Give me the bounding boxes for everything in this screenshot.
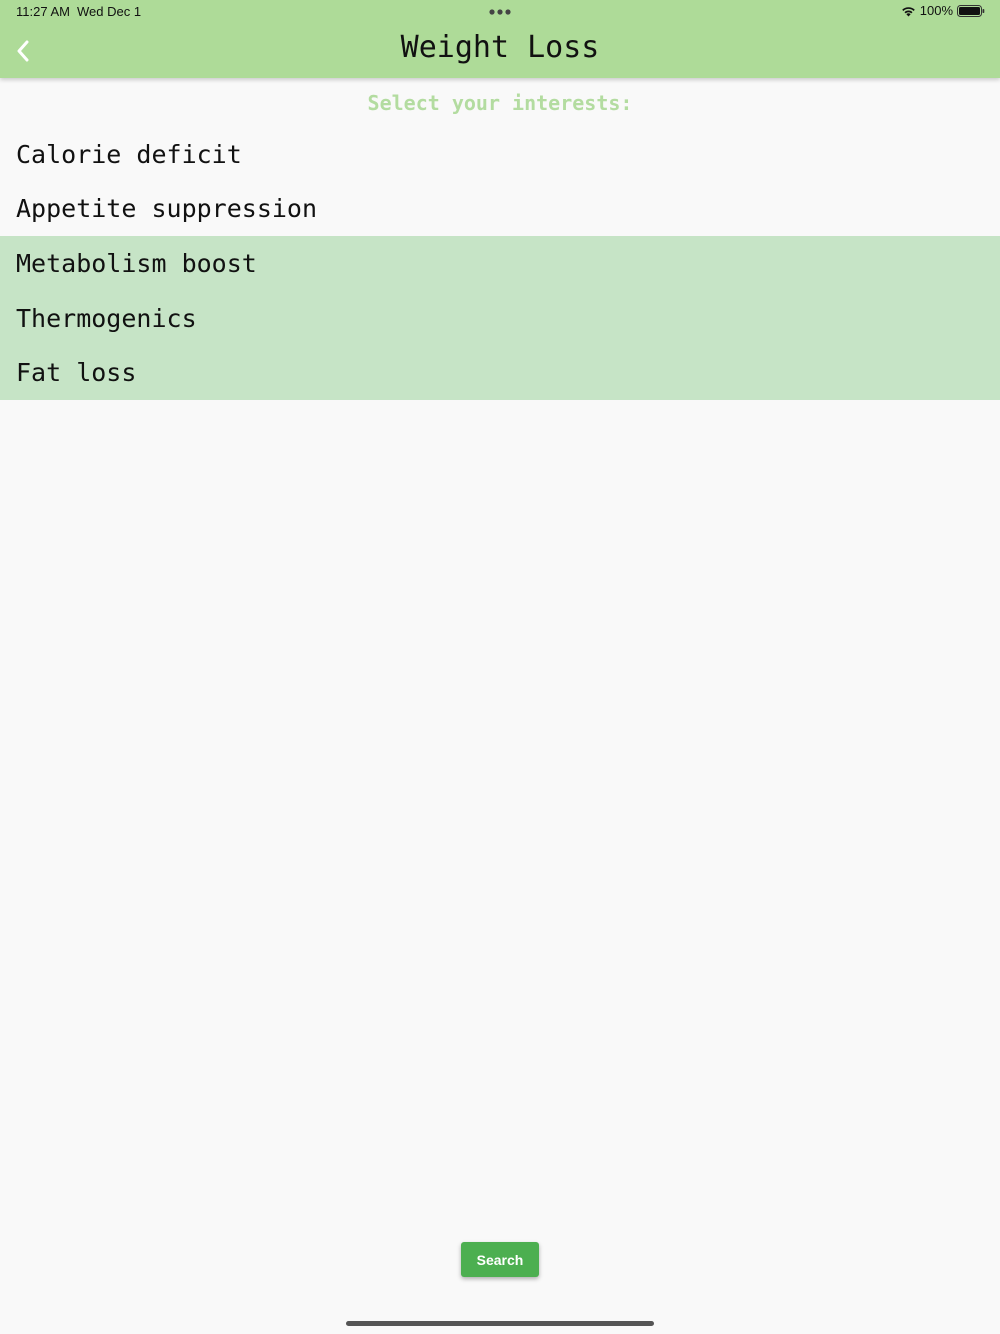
home-indicator[interactable] [346, 1321, 654, 1326]
page-title: Weight Loss [400, 30, 600, 65]
status-date: Wed Dec 1 [77, 4, 142, 19]
status-indicators: 100% [901, 3, 985, 18]
interest-list: Calorie deficit Appetite suppression Met… [0, 127, 1000, 400]
interest-item-metabolism-boost[interactable]: Metabolism boost [0, 236, 1000, 291]
app-screen: 11:27 AM Wed Dec 1 100% Weight Loss Sele… [0, 0, 1000, 1334]
battery-icon [957, 4, 985, 17]
search-button[interactable]: Search [461, 1242, 539, 1277]
status-bar: 11:27 AM Wed Dec 1 100% [0, 0, 1000, 24]
interest-item-calorie-deficit[interactable]: Calorie deficit [0, 127, 1000, 182]
status-time: 11:27 AM [16, 4, 70, 19]
app-header: 11:27 AM Wed Dec 1 100% Weight Loss [0, 0, 1000, 78]
interest-item-fat-loss[interactable]: Fat loss [0, 345, 1000, 400]
interest-item-appetite-suppression[interactable]: Appetite suppression [0, 182, 1000, 237]
interest-item-thermogenics[interactable]: Thermogenics [0, 290, 1000, 346]
wifi-icon [901, 6, 915, 16]
interests-prompt: Select your interests: [367, 91, 633, 115]
multitasking-dots-icon[interactable] [489, 9, 511, 15]
battery-percentage: 100% [919, 3, 953, 18]
